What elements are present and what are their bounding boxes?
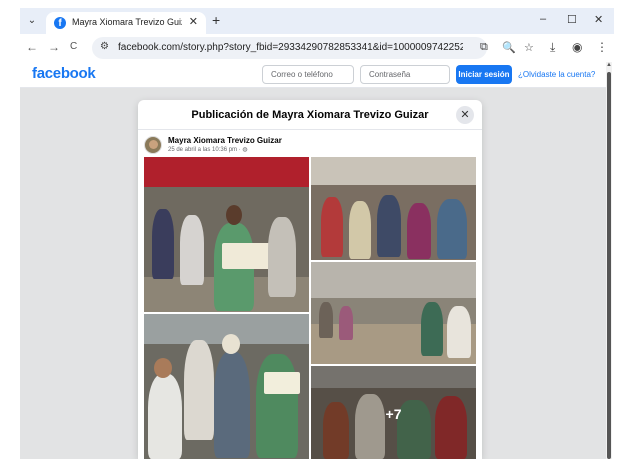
photo-certificate bbox=[222, 243, 270, 269]
photo-person bbox=[148, 374, 182, 459]
forgot-account-link[interactable]: ¿Olvidaste la cuenta? bbox=[518, 70, 595, 79]
photo-person bbox=[268, 217, 296, 297]
photo-person bbox=[349, 201, 371, 259]
photo-person bbox=[152, 209, 174, 279]
browser-tabstrip: ⌄ f Mayra Xiomara Trevizo Guizar | ✕ + –… bbox=[20, 8, 614, 34]
post-modal: Publicación de Mayra Xiomara Trevizo Gui… bbox=[138, 100, 482, 459]
install-app-icon[interactable]: ⧉ bbox=[480, 41, 488, 54]
post-author[interactable]: Mayra Xiomara Trevizo Guizar bbox=[168, 136, 282, 145]
photo-hat bbox=[222, 334, 240, 354]
scrollbar[interactable]: ▲ bbox=[606, 62, 612, 459]
photo-wall bbox=[311, 157, 476, 185]
photo-person bbox=[184, 340, 214, 440]
photo-person bbox=[339, 306, 353, 340]
avatar-face bbox=[149, 140, 158, 149]
photo-person bbox=[447, 306, 471, 358]
photo-person bbox=[377, 195, 401, 257]
browser-tab[interactable]: f Mayra Xiomara Trevizo Guizar | ✕ bbox=[46, 12, 206, 34]
avatar[interactable] bbox=[144, 136, 162, 154]
browser-menu-icon[interactable]: ⋮ bbox=[596, 40, 608, 54]
bookmark-star-icon[interactable]: ☆ bbox=[524, 41, 534, 54]
divider bbox=[138, 129, 482, 130]
modal-close-icon[interactable]: ✕ bbox=[456, 106, 474, 124]
photo-person bbox=[180, 215, 204, 285]
photo-head bbox=[226, 205, 242, 225]
maximize-icon[interactable]: ☐ bbox=[567, 13, 577, 26]
photo-person bbox=[437, 199, 467, 259]
password-field[interactable]: Contraseña bbox=[360, 65, 450, 84]
scroll-up-icon[interactable]: ▲ bbox=[606, 62, 612, 68]
post-photo-2[interactable] bbox=[311, 157, 476, 260]
tab-search-icon[interactable]: ⌄ bbox=[24, 13, 40, 29]
modal-title: Publicación de Mayra Xiomara Trevizo Gui… bbox=[191, 109, 429, 121]
photo-person bbox=[214, 352, 250, 458]
photo-roof bbox=[311, 262, 476, 298]
photo-person bbox=[407, 203, 431, 259]
photo-person bbox=[256, 354, 298, 458]
download-icon[interactable]: ⤓ bbox=[550, 40, 555, 55]
forward-icon[interactable]: → bbox=[48, 40, 60, 54]
facebook-logo[interactable]: facebook bbox=[32, 65, 96, 82]
facebook-favicon-icon: f bbox=[54, 17, 66, 29]
email-field[interactable]: Correo o teléfono bbox=[262, 65, 354, 84]
back-icon[interactable]: ← bbox=[26, 40, 38, 54]
post-photo-1[interactable] bbox=[144, 157, 309, 312]
photo-head bbox=[154, 358, 172, 378]
photo-person bbox=[421, 302, 443, 356]
tab-close-icon[interactable]: ✕ bbox=[189, 15, 198, 28]
photo-awning bbox=[144, 157, 309, 187]
minimize-icon[interactable]: – bbox=[540, 13, 546, 25]
facebook-header: facebook Correo o teléfono Contraseña In… bbox=[20, 62, 608, 88]
post-photo-4[interactable] bbox=[144, 314, 309, 459]
photo-certificate bbox=[264, 372, 300, 394]
login-button[interactable]: Iniciar sesión bbox=[456, 65, 512, 84]
post-photo-3[interactable] bbox=[311, 262, 476, 364]
window-close-icon[interactable]: ✕ bbox=[594, 13, 603, 26]
post-photo-5[interactable]: +7 bbox=[311, 366, 476, 459]
reload-icon[interactable]: C bbox=[70, 41, 77, 52]
more-photos-count[interactable]: +7 bbox=[311, 406, 476, 422]
zoom-icon[interactable]: 🔍 bbox=[502, 41, 516, 54]
photo-person bbox=[319, 302, 333, 338]
browser-toolbar: ← → C ⚙ facebook.com/story.php?story_fbi… bbox=[20, 34, 614, 62]
tab-title: Mayra Xiomara Trevizo Guizar | bbox=[72, 17, 182, 27]
url-text[interactable]: facebook.com/story.php?story_fbid=293342… bbox=[118, 42, 463, 53]
site-info-icon[interactable]: ⚙ bbox=[100, 41, 109, 52]
scrollbar-thumb[interactable] bbox=[607, 72, 611, 459]
profile-icon[interactable]: ◉ bbox=[572, 40, 582, 54]
new-tab-button[interactable]: + bbox=[212, 12, 220, 28]
address-bar[interactable]: ⚙ facebook.com/story.php?story_fbid=2933… bbox=[92, 37, 534, 59]
post-timestamp[interactable]: 25 de abril a las 10:36 pm · ◍ bbox=[168, 146, 248, 153]
photo-person bbox=[321, 197, 343, 257]
